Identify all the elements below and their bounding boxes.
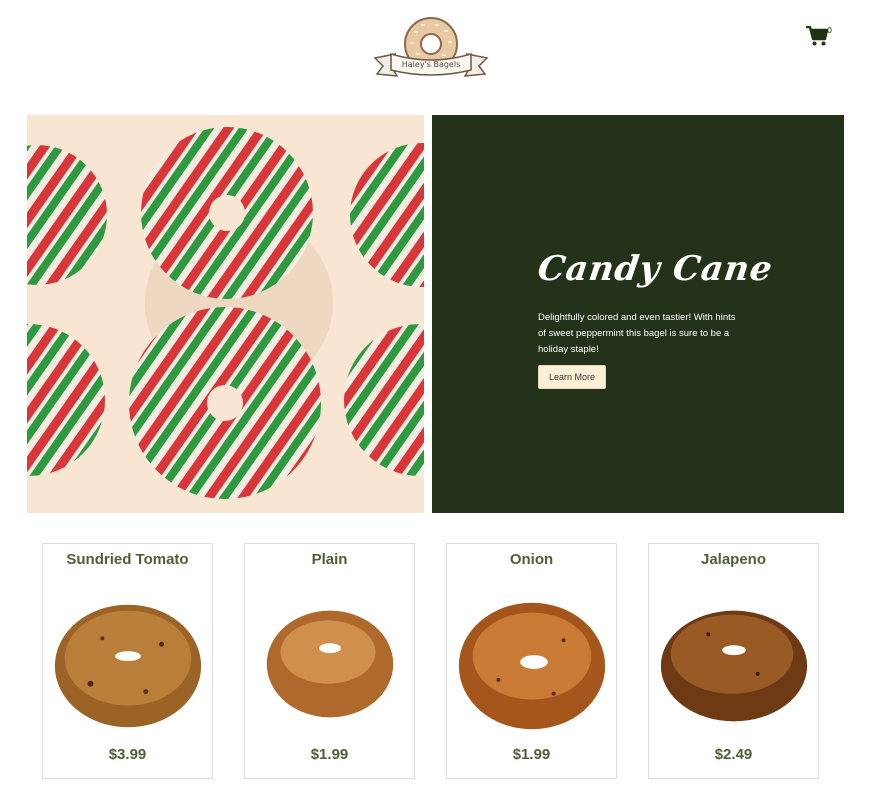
jalapeno-bagel-image xyxy=(660,610,808,722)
site-header: Haley's Bagels 0 xyxy=(0,0,871,100)
product-card-plain[interactable]: Plain $1.99 xyxy=(244,543,415,779)
product-card-onion[interactable]: Onion $1.99 xyxy=(446,543,617,779)
onion-bagel-image xyxy=(458,602,606,730)
hero-description: Delightfully colored and even tastier! W… xyxy=(538,312,736,355)
product-name: Plain xyxy=(311,551,348,568)
product-card-jalapeno[interactable]: Jalapeno $2.49 xyxy=(648,543,819,779)
hero-title: Candy Cane xyxy=(535,249,776,289)
learn-more-button[interactable]: Learn More xyxy=(538,365,606,389)
product-name: Onion xyxy=(509,551,554,568)
haleys-bagels-logo[interactable]: Haley's Bagels xyxy=(371,16,491,82)
product-price: $1.99 xyxy=(310,746,349,763)
sundried-tomato-bagel-image xyxy=(54,604,202,728)
hero-bagel-image xyxy=(27,115,424,513)
product-name: Sundried Tomato xyxy=(66,551,189,568)
product-name: Jalapeno xyxy=(700,551,767,568)
hero-feature-panel: Candy Cane Delightfully colored and even… xyxy=(432,115,844,513)
product-price: $3.99 xyxy=(108,746,147,763)
product-list: Sundried Tomato $3.99 Plain $1.99 Onion … xyxy=(0,543,871,783)
product-price: $2.49 xyxy=(714,746,753,763)
product-card-sundried-tomato[interactable]: Sundried Tomato $3.99 xyxy=(42,543,213,779)
plain-bagel-image xyxy=(266,610,394,718)
cart-button[interactable]: 0 xyxy=(806,25,836,50)
cart-count-badge: 0 xyxy=(827,26,833,35)
shopping-cart-icon xyxy=(806,25,829,46)
product-price: $1.99 xyxy=(512,746,551,763)
logo-text: Haley's Bagels xyxy=(402,60,461,69)
